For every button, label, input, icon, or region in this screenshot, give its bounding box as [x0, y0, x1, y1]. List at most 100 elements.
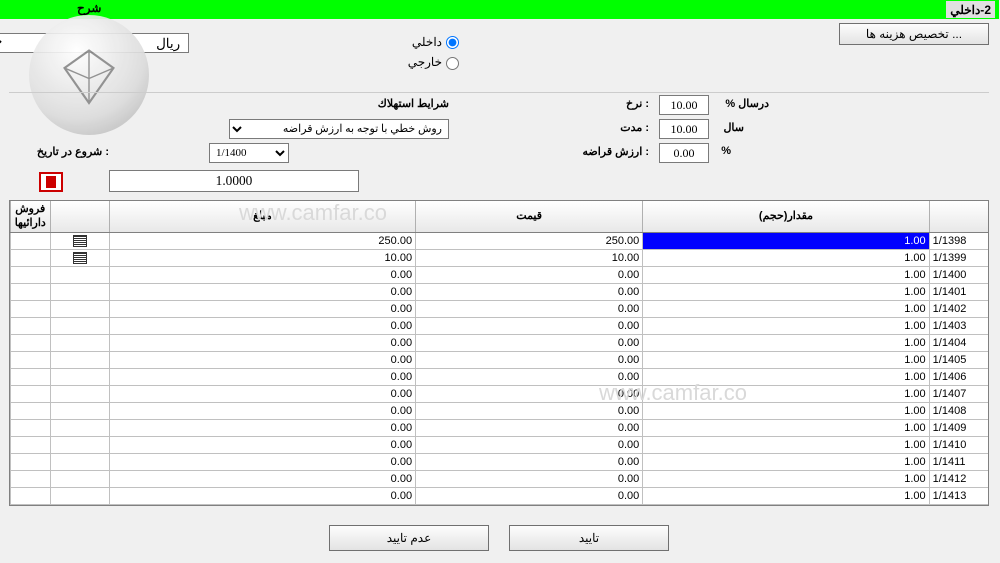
cell-date[interactable]: 1/1410: [930, 437, 989, 453]
table-row[interactable]: 1/14031.000.000.00: [11, 318, 989, 335]
cell-amount[interactable]: 0.00: [110, 488, 416, 504]
cell-date[interactable]: 1/1413: [930, 488, 989, 504]
data-grid[interactable]: مقدار(حجم) قيمت مبلغ فروش دارائيها 1/139…: [10, 200, 990, 506]
table-row[interactable]: 1/14091.000.000.00: [11, 420, 989, 437]
cell-qty[interactable]: 1.00: [643, 386, 929, 402]
cell-price[interactable]: 0.00: [416, 369, 643, 385]
cell-price[interactable]: 0.00: [416, 301, 643, 317]
table-row[interactable]: 1/14121.000.000.00: [11, 471, 989, 488]
cell-price[interactable]: 0.00: [416, 454, 643, 470]
allocate-costs-button[interactable]: ... تخصيص هزينه ها: [840, 23, 990, 45]
cell-amount[interactable]: 0.00: [110, 369, 416, 385]
table-row[interactable]: 1/13981.00250.00250.00: [11, 233, 989, 250]
cell-date[interactable]: 1/1412: [930, 471, 989, 487]
cell-qty[interactable]: 1.00: [643, 250, 929, 266]
col-amount[interactable]: مبلغ: [110, 201, 416, 232]
cell-qty[interactable]: 1.00: [643, 403, 929, 419]
radio-external[interactable]: خارجي: [409, 55, 460, 69]
cell-date[interactable]: 1/1398: [930, 233, 989, 249]
calculator-icon[interactable]: [40, 172, 64, 192]
cell-qty[interactable]: 1.00: [643, 233, 929, 249]
cell-amount[interactable]: 0.00: [110, 420, 416, 436]
cancel-button[interactable]: عدم تاييد: [330, 525, 490, 551]
table-row[interactable]: 1/14111.000.000.00: [11, 454, 989, 471]
table-row[interactable]: 1/14041.000.000.00: [11, 335, 989, 352]
cell-qty[interactable]: 1.00: [643, 369, 929, 385]
cell-date[interactable]: 1/1407: [930, 386, 989, 402]
cell-date[interactable]: 1/1400: [930, 267, 989, 283]
cell-qty[interactable]: 1.00: [643, 437, 929, 453]
cell-date[interactable]: 1/1408: [930, 403, 989, 419]
detail-icon[interactable]: [74, 252, 88, 264]
cell-price[interactable]: 0.00: [416, 284, 643, 300]
cell-amount[interactable]: 0.00: [110, 267, 416, 283]
cell-price[interactable]: 0.00: [416, 420, 643, 436]
cell-amount[interactable]: 0.00: [110, 437, 416, 453]
table-row[interactable]: 1/14011.000.000.00: [11, 284, 989, 301]
col-sales-assets[interactable]: فروش دارائيها: [11, 201, 51, 232]
cell-date[interactable]: 1/1403: [930, 318, 989, 334]
cell-qty[interactable]: 1.00: [643, 284, 929, 300]
cell-price[interactable]: 0.00: [416, 437, 643, 453]
cell-price[interactable]: 0.00: [416, 386, 643, 402]
cell-qty[interactable]: 1.00: [643, 488, 929, 504]
cell-qty[interactable]: 1.00: [643, 267, 929, 283]
col-date[interactable]: [930, 201, 989, 232]
cell-price[interactable]: 10.00: [416, 250, 643, 266]
rate-input[interactable]: [660, 95, 710, 115]
cell-amount[interactable]: 10.00: [110, 250, 416, 266]
cell-amount[interactable]: 0.00: [110, 403, 416, 419]
radio-internal-input[interactable]: [447, 36, 460, 49]
cell-price[interactable]: 0.00: [416, 267, 643, 283]
col-price[interactable]: قيمت: [416, 201, 643, 232]
table-row[interactable]: 1/14061.000.000.00: [11, 369, 989, 386]
col-quantity[interactable]: مقدار(حجم): [643, 201, 929, 232]
year-input[interactable]: [660, 119, 710, 139]
cell-qty[interactable]: 1.00: [643, 301, 929, 317]
cell-date[interactable]: 1/1405: [930, 352, 989, 368]
cell-amount[interactable]: 0.00: [110, 335, 416, 351]
cell-date[interactable]: 1/1411: [930, 454, 989, 470]
ok-button[interactable]: تاييد: [510, 525, 670, 551]
table-row[interactable]: 1/13991.0010.0010.00: [11, 250, 989, 267]
cell-qty[interactable]: 1.00: [643, 352, 929, 368]
table-row[interactable]: 1/14051.000.000.00: [11, 352, 989, 369]
cell-date[interactable]: 1/1402: [930, 301, 989, 317]
cell-amount[interactable]: 250.00: [110, 233, 416, 249]
table-row[interactable]: 1/14001.000.000.00: [11, 267, 989, 284]
cell-price[interactable]: 0.00: [416, 352, 643, 368]
cell-qty[interactable]: 1.00: [643, 420, 929, 436]
radio-external-input[interactable]: [447, 57, 460, 70]
cell-price[interactable]: 250.00: [416, 233, 643, 249]
cell-amount[interactable]: 0.00: [110, 318, 416, 334]
cell-price[interactable]: 0.00: [416, 335, 643, 351]
cell-price[interactable]: 0.00: [416, 403, 643, 419]
cell-date[interactable]: 1/1399: [930, 250, 989, 266]
table-row[interactable]: 1/14101.000.000.00: [11, 437, 989, 454]
cell-qty[interactable]: 1.00: [643, 335, 929, 351]
cell-price[interactable]: 0.00: [416, 488, 643, 504]
cell-amount[interactable]: 0.00: [110, 284, 416, 300]
cell-amount[interactable]: 0.00: [110, 352, 416, 368]
cell-date[interactable]: 1/1409: [930, 420, 989, 436]
cell-qty[interactable]: 1.00: [643, 454, 929, 470]
factor-input[interactable]: [110, 170, 360, 192]
table-row[interactable]: 1/14081.000.000.00: [11, 403, 989, 420]
cell-detail[interactable]: [51, 250, 110, 266]
cell-amount[interactable]: 0.00: [110, 454, 416, 470]
table-row[interactable]: 1/14071.000.000.00: [11, 386, 989, 403]
deprec-method-select[interactable]: روش خطي با توجه به ارزش قراضه: [230, 119, 450, 139]
cell-date[interactable]: 1/1404: [930, 335, 989, 351]
table-row[interactable]: 1/14131.000.000.00: [11, 488, 989, 505]
cell-date[interactable]: 1/1401: [930, 284, 989, 300]
cell-date[interactable]: 1/1406: [930, 369, 989, 385]
cell-detail[interactable]: [51, 233, 110, 249]
detail-icon[interactable]: [74, 235, 88, 247]
cell-price[interactable]: 0.00: [416, 471, 643, 487]
table-row[interactable]: 1/14021.000.000.00: [11, 301, 989, 318]
start-date-select[interactable]: 1/1400: [210, 143, 290, 163]
cell-price[interactable]: 0.00: [416, 318, 643, 334]
radio-internal[interactable]: داخلي: [409, 35, 460, 49]
cell-amount[interactable]: 0.00: [110, 471, 416, 487]
cell-qty[interactable]: 1.00: [643, 471, 929, 487]
